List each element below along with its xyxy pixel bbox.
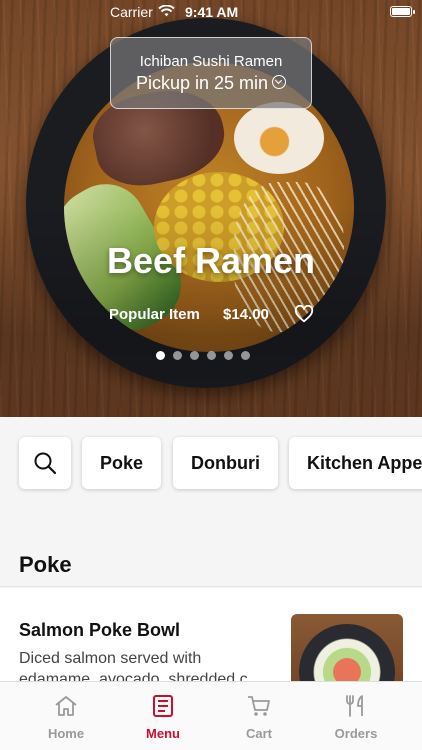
carousel-dot[interactable]: [241, 351, 250, 360]
clock: 9:41 AM: [185, 4, 239, 20]
category-chip-kitchen-appetizers[interactable]: Kitchen Appe: [289, 437, 422, 489]
heart-icon[interactable]: [294, 305, 314, 323]
carousel-dot[interactable]: [207, 351, 216, 360]
restaurant-selector[interactable]: Ichiban Sushi Ramen Pickup in 25 min: [110, 37, 312, 109]
battery-icon: [390, 6, 415, 17]
carousel-dot[interactable]: [156, 351, 165, 360]
carrier-label: Carrier: [110, 4, 153, 20]
poke-bowl-image: [299, 624, 395, 684]
section-header: Poke: [0, 537, 422, 587]
carousel-dot[interactable]: [173, 351, 182, 360]
featured-item-tag: Popular Item: [109, 306, 200, 323]
pickup-time-row: Pickup in 25 min: [111, 73, 311, 94]
tab-home[interactable]: Home: [16, 682, 116, 750]
tab-cart[interactable]: Cart: [209, 682, 309, 750]
menu-item-card[interactable]: Salmon Poke Bowl Diced salmon served wit…: [0, 588, 422, 684]
orders-icon: [346, 695, 363, 717]
menu-icon: [153, 695, 173, 717]
featured-item-title: Beef Ramen: [106, 240, 316, 281]
cart-icon: [248, 696, 270, 716]
category-chip-donburi[interactable]: Donburi: [173, 437, 278, 489]
section-title: Poke: [19, 552, 72, 577]
tab-label: Orders: [334, 726, 378, 741]
featured-item-meta: Popular Item $14.00: [109, 306, 269, 323]
menu-item-name: Salmon Poke Bowl: [19, 620, 181, 640]
status-bar: Carrier 9:41 AM: [0, 0, 422, 24]
tab-label: Home: [47, 726, 85, 741]
tab-label: Menu: [146, 726, 180, 741]
carousel-dot[interactable]: [224, 351, 233, 360]
home-icon: [55, 696, 77, 716]
chevron-down-circle-icon: [272, 75, 287, 90]
tab-bar: Home Menu Cart Orders: [0, 681, 422, 750]
category-chip-poke[interactable]: Poke: [82, 437, 162, 489]
pickup-time: Pickup in 25 min: [135, 73, 269, 93]
featured-item-price: $14.00: [223, 306, 269, 323]
search-button[interactable]: [19, 437, 71, 489]
wifi-icon: [158, 5, 175, 17]
category-filter-row[interactable]: Poke Donburi Kitchen Appe: [0, 417, 422, 537]
search-icon: [34, 452, 57, 475]
tab-orders[interactable]: Orders: [306, 682, 406, 750]
menu-item-image: [291, 614, 403, 684]
tab-menu[interactable]: Menu: [113, 682, 213, 750]
restaurant-name: Ichiban Sushi Ramen: [139, 53, 283, 70]
menu-item-description: Diced salmon served with edamame, avocad…: [19, 650, 261, 684]
tab-label: Cart: [245, 726, 272, 741]
carousel-dot[interactable]: [190, 351, 199, 360]
carousel-indicator[interactable]: [156, 351, 250, 360]
